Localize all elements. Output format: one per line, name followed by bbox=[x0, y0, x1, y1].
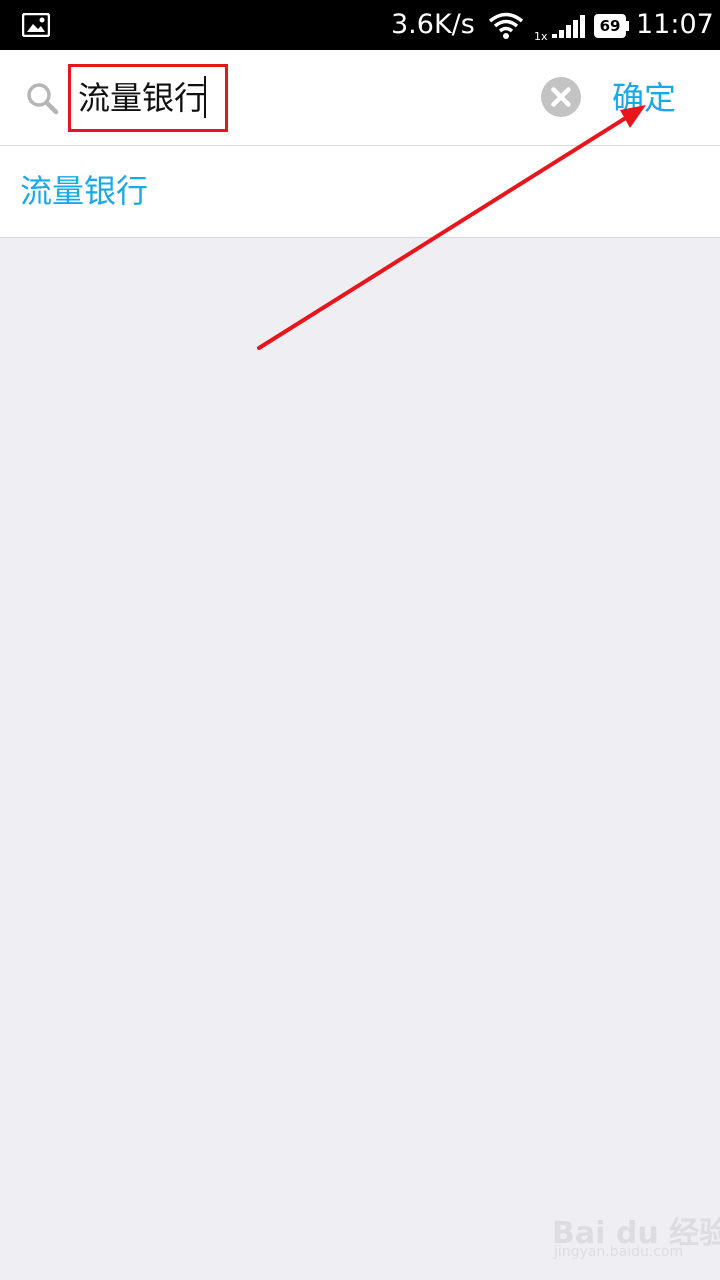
clear-button[interactable] bbox=[541, 77, 581, 117]
battery-level: 69 bbox=[599, 17, 621, 35]
search-bar: 流量银行 确定 bbox=[0, 50, 720, 146]
watermark: Bai du 经验 jingyan.baidu.com bbox=[552, 1208, 720, 1268]
text-caret bbox=[204, 76, 206, 118]
wifi-icon bbox=[488, 12, 524, 39]
close-circle-icon bbox=[541, 77, 581, 117]
network-speed: 3.6K/s bbox=[391, 9, 475, 40]
signal-tag: 1x bbox=[534, 30, 548, 42]
battery-icon: 69 bbox=[594, 14, 630, 38]
signal-icon: 1x bbox=[534, 15, 585, 42]
suggestion-item[interactable]: 流量银行 bbox=[20, 170, 148, 212]
confirm-button[interactable]: 确定 bbox=[612, 78, 676, 118]
search-input[interactable]: 流量银行 bbox=[78, 78, 206, 118]
clock: 11:07 bbox=[636, 9, 714, 40]
gallery-icon bbox=[22, 13, 50, 37]
status-bar: 3.6K/s 1x 69 11:07 bbox=[0, 0, 720, 50]
search-icon bbox=[27, 83, 59, 115]
suggestion-list: 流量银行 bbox=[0, 146, 720, 238]
watermark-url: jingyan.baidu.com bbox=[554, 1244, 684, 1260]
